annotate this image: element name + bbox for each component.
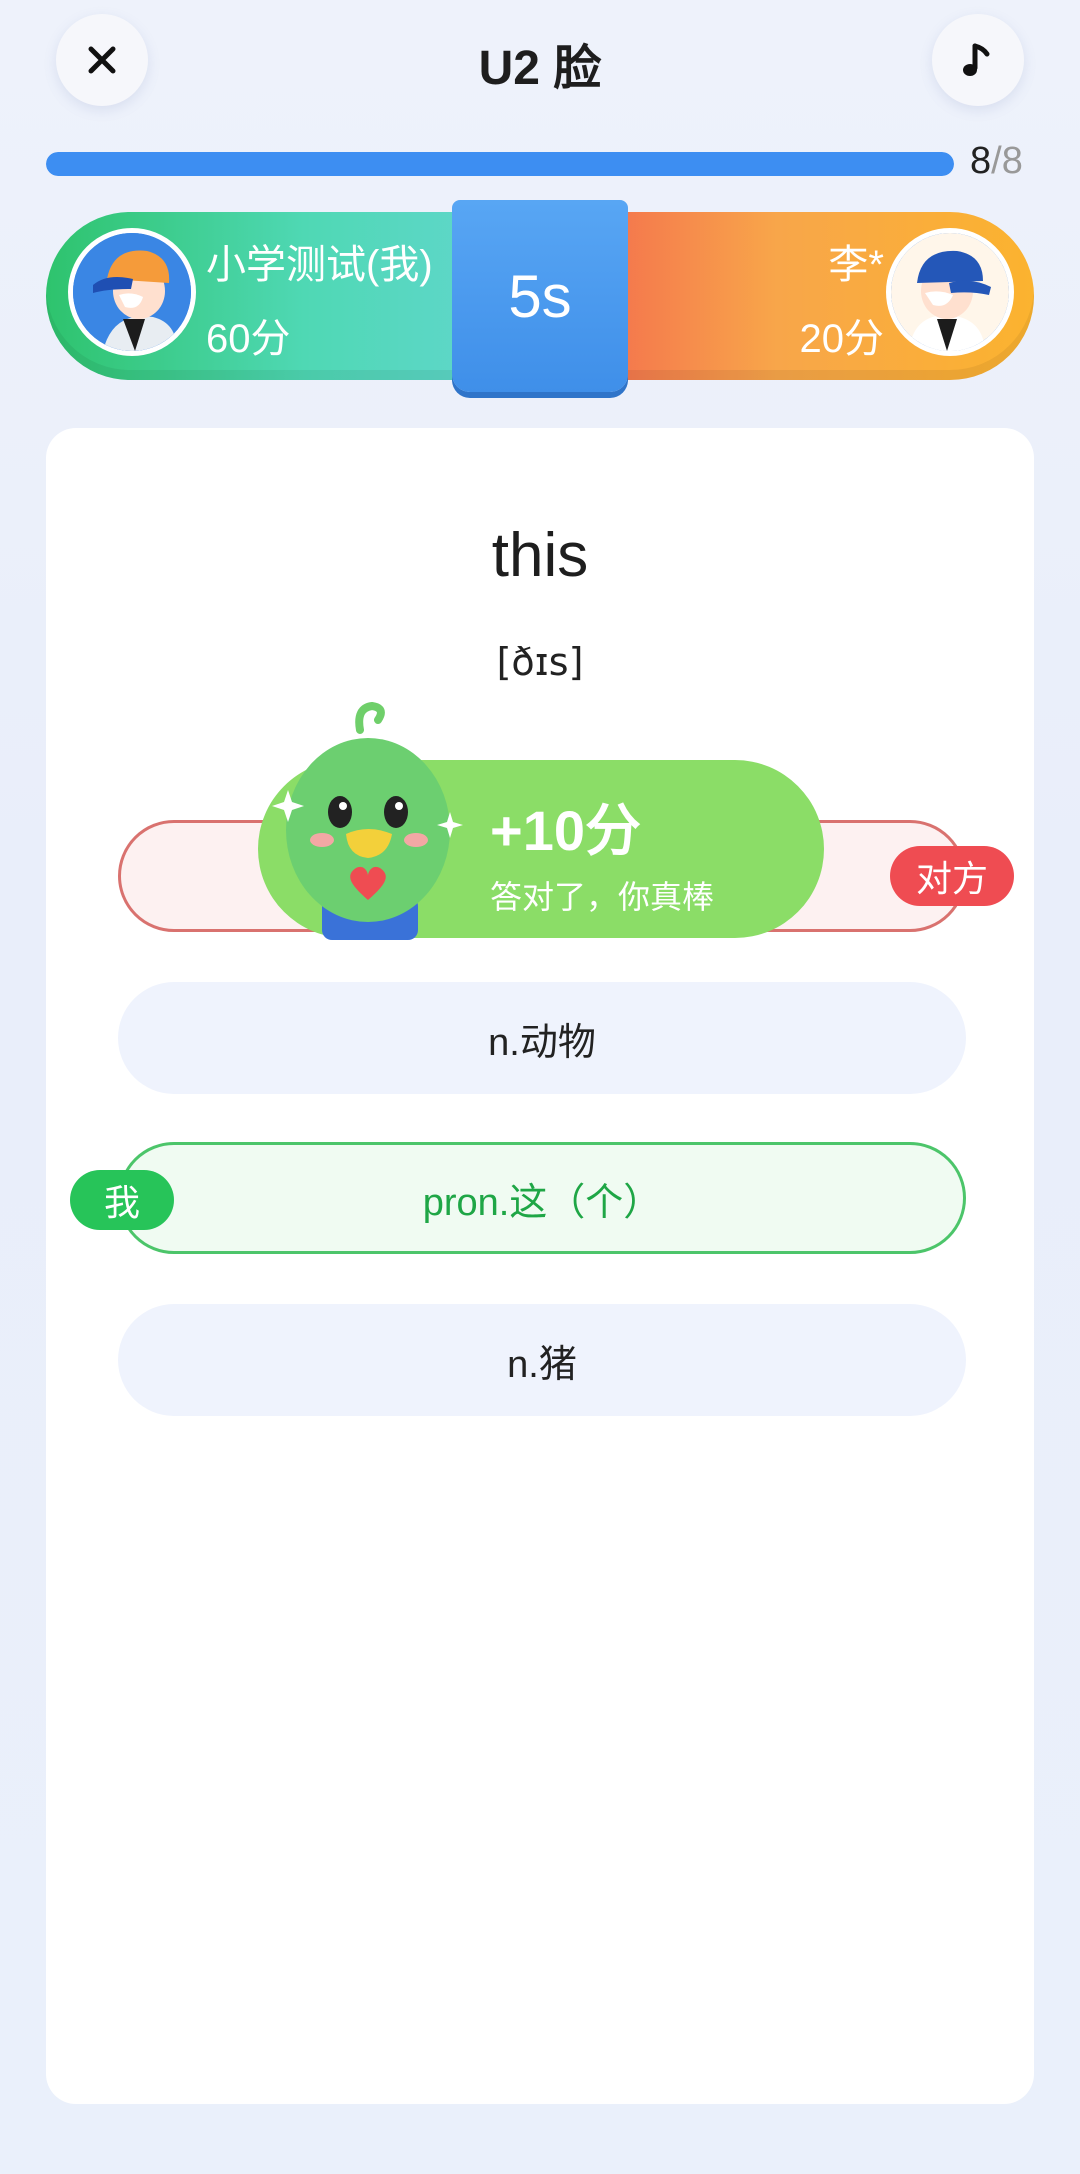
- music-button[interactable]: [932, 14, 1024, 106]
- page-title: U2 脸: [478, 42, 602, 95]
- opponent-avatar: [886, 228, 1014, 356]
- phonetic-transcription: [ðɪs]: [496, 640, 584, 684]
- praise-message: 答对了，你真棒: [490, 879, 715, 915]
- progress-current: 8: [970, 140, 992, 182]
- opponent-score: 20分: [799, 317, 885, 361]
- progress-counter: 8/8: [970, 140, 1023, 183]
- music-note-icon: [963, 43, 990, 76]
- correct-answer-toast: +10分 答对了，你真棒: [258, 701, 824, 940]
- top-bar: U2 脸: [0, 0, 1080, 130]
- answer-option-2[interactable]: n.动物: [118, 982, 966, 1094]
- opponent-name: 李*: [828, 243, 884, 287]
- progress-bar: [46, 152, 954, 176]
- progress-fill: [46, 152, 954, 176]
- opponent-choice-tag: 对方: [890, 846, 1014, 906]
- progress-separator: /: [991, 140, 1002, 182]
- my-name: 小学测试(我): [206, 243, 433, 287]
- answer-option-4[interactable]: n.猪: [118, 1304, 966, 1416]
- question-word: this: [491, 521, 589, 590]
- avatar-icon: [73, 233, 191, 351]
- green-bird-mascot-icon: [272, 701, 463, 940]
- my-avatar: [68, 228, 196, 356]
- progress-total: 8: [1001, 140, 1023, 182]
- answer-option-3[interactable]: pron.这（个）: [118, 1142, 966, 1254]
- points-earned: +10分: [490, 799, 641, 862]
- my-score: 60分: [206, 317, 291, 361]
- avatar-icon: [891, 233, 1009, 351]
- question-card: this [ðɪs] 对方 n.动物 pron.这（个） 我 n.猪 +10分 …: [46, 428, 1034, 2104]
- countdown-timer: 5s: [452, 200, 628, 392]
- my-choice-tag: 我: [70, 1170, 174, 1230]
- battle-scoreboard: 小学测试(我) 60分 李* 20分 5s: [46, 200, 1034, 392]
